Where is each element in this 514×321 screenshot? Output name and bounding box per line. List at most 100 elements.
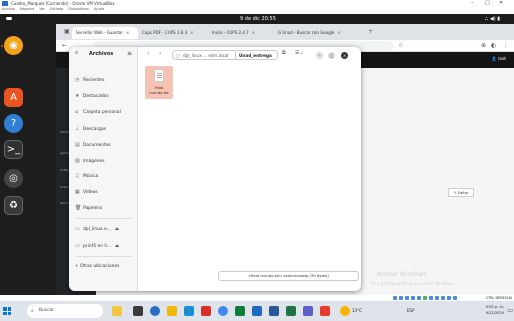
folder-menu-icon[interactable]: ⧉ (282, 50, 286, 56)
teams-icon[interactable] (303, 306, 313, 316)
hard-disk-icon[interactable] (393, 296, 397, 300)
tab-search-icon[interactable]: ▣ (64, 27, 70, 37)
sidebar-item-destacados[interactable]: ★ Destacados (75, 91, 136, 101)
clock-tray[interactable]: 9:55 p. m. 9/12/2024 (486, 304, 504, 316)
app-icon[interactable] (235, 306, 245, 316)
network-icon[interactable] (411, 296, 415, 300)
edge-icon[interactable] (150, 306, 160, 316)
eject-icon[interactable]: ⏏ (115, 227, 119, 232)
menu-ayuda[interactable]: Ayuda (94, 7, 104, 11)
search-icon[interactable]: ⌕ (75, 49, 78, 57)
task-view-icon[interactable] (133, 306, 143, 316)
sidebar-divider (75, 218, 133, 219)
menu-entrada[interactable]: Entrada (50, 7, 63, 11)
back-icon[interactable]: ← (62, 41, 67, 51)
profile-icon[interactable]: ◐ (491, 41, 496, 51)
new-tab-button[interactable]: + (368, 27, 373, 37)
close-button[interactable]: ✕ (499, 0, 503, 7)
sidebar-item-videos[interactable]: ▦ Vídeos (75, 187, 136, 197)
maximize-button[interactable]: □ (485, 0, 490, 7)
tray-date: 9/12/2024 (485, 311, 504, 315)
sidebar-item-carpeta-personal[interactable]: ⌂ Carpeta personal (75, 107, 136, 117)
language-indicator[interactable]: ESP (407, 308, 414, 313)
system-status-icons[interactable]: ⛬ ◀) ▮ (485, 15, 500, 23)
taskbar-search-box[interactable]: ⌕ Buscar (27, 304, 103, 318)
menu-archivo[interactable]: Archivo (2, 7, 15, 11)
activities-button[interactable] (6, 17, 12, 20)
close-icon[interactable]: × (252, 30, 255, 35)
excel-icon[interactable] (286, 306, 296, 316)
sidebar-item-documentos[interactable]: ▤ Documentos (75, 140, 136, 150)
chrome-icon[interactable] (218, 306, 228, 316)
weather-icon[interactable] (340, 306, 350, 316)
user-menu[interactable]: 👤 root (492, 56, 506, 61)
view-options-icon[interactable]: ☰⌄ (295, 50, 304, 56)
file-item-selected[interactable]: Hola mundo.txt (145, 66, 173, 99)
maximize-window-button[interactable]: □ (328, 52, 335, 59)
word-icon[interactable] (269, 306, 279, 316)
close-window-button[interactable]: × (341, 52, 348, 59)
host-key-icon[interactable] (453, 296, 457, 300)
tab-google-search[interactable]: G Unad - Buscar con Google × (274, 27, 364, 39)
sidebar-item-descargas[interactable]: ⇣ Descargas (75, 124, 136, 134)
store-icon[interactable] (184, 306, 194, 316)
optical-drive-icon[interactable] (399, 296, 403, 300)
disc-icon[interactable]: ◎ (4, 169, 23, 188)
minimize-window-button[interactable]: – (316, 52, 323, 59)
close-icon[interactable]: × (337, 30, 340, 35)
path-segment-current[interactable]: Unad_entrega (237, 51, 272, 60)
menu-ver[interactable]: Ver (39, 7, 45, 11)
file-explorer-icon[interactable] (167, 306, 177, 316)
widgets-icon[interactable] (112, 306, 122, 316)
minimize-button[interactable]: – (471, 0, 474, 7)
audio-icon[interactable] (405, 296, 409, 300)
sidebar-item-musica[interactable]: ♫ Música (75, 171, 136, 181)
tab-cups-pdf[interactable]: Cups PDF - CUPS 1.6.3 × (138, 27, 208, 39)
app-icon[interactable] (320, 306, 330, 316)
close-icon[interactable]: × (126, 30, 129, 35)
tab-cups-inicio[interactable]: Inicio - CUPS 2.4.7 × (208, 27, 274, 39)
display-icon[interactable] (429, 296, 433, 300)
nav-aplicaciones[interactable]: Aplica (60, 151, 69, 155)
sidebar-item-imagenes[interactable]: ▨ Imágenes (75, 156, 136, 166)
sidebar-item-papelera[interactable]: 🗑 Papelera (75, 203, 136, 213)
hamburger-menu-icon[interactable]: ≡ (127, 50, 132, 57)
windows-start-icon[interactable] (3, 307, 11, 315)
path-bar[interactable]: ▢ dpl_linux ... edrs.local Unad_entrega (172, 50, 278, 60)
sidebar-item-recientes[interactable]: ◷ Recientes (75, 75, 136, 85)
edit-button[interactable]: ✎ Editar (448, 188, 474, 197)
menu-dispositivos[interactable]: Dispositivos (68, 7, 88, 11)
app-center-icon[interactable]: A (4, 88, 23, 107)
app-icon[interactable] (201, 306, 211, 316)
eject-icon[interactable]: ⏏ (115, 244, 119, 249)
sidebar-item-network-drive[interactable]: ▭ dpl_linux.e... ⏏ (75, 224, 136, 234)
back-icon[interactable]: ‹ (147, 50, 149, 57)
shared-folder-icon[interactable] (423, 296, 427, 300)
trash-icon[interactable]: ♻ (4, 196, 23, 215)
keyboard-icon[interactable] (441, 296, 445, 300)
screen: Cuadro_Marquez [Corriendo] - Oracle VM V… (0, 0, 514, 321)
image-icon: ▨ (75, 158, 80, 164)
capture-icon[interactable] (435, 296, 439, 300)
tab-servidor-web[interactable]: Servidor Web - Guardar × (72, 27, 138, 39)
nav-subscripciones[interactable]: Subsc (60, 185, 69, 189)
forward-icon[interactable]: › (159, 50, 161, 57)
close-icon[interactable]: × (190, 30, 193, 35)
virtualbox-icon[interactable] (252, 306, 262, 316)
menu-maquina[interactable]: Máquina (20, 7, 34, 11)
notifications-icon[interactable]: ▭ (507, 307, 513, 314)
usb-icon[interactable] (417, 296, 421, 300)
clock[interactable]: 9 de dic 20:55 (240, 15, 276, 23)
terminal-icon[interactable]: >_ (4, 140, 23, 159)
home-icon: ⌂ (75, 109, 79, 115)
extensions-icon[interactable]: ⊕ (481, 41, 486, 51)
mouse-icon[interactable] (447, 296, 451, 300)
path-segment-parent[interactable]: dpl_linux ... edrs.local (183, 51, 229, 60)
menu-dots-icon[interactable]: ⋮ (503, 41, 509, 51)
help-icon[interactable]: ? (4, 114, 23, 133)
bookmark-star-icon[interactable]: ☆ (398, 41, 403, 51)
sidebar-item-otras-ubicaciones[interactable]: + Otras ubicaciones (75, 262, 136, 272)
firefox-icon[interactable]: ◉ (4, 36, 23, 55)
sidebar-item-print-share[interactable]: ▭ print5 en li... ⏏ (75, 241, 136, 251)
nav-software[interactable]: Softw (60, 168, 68, 172)
